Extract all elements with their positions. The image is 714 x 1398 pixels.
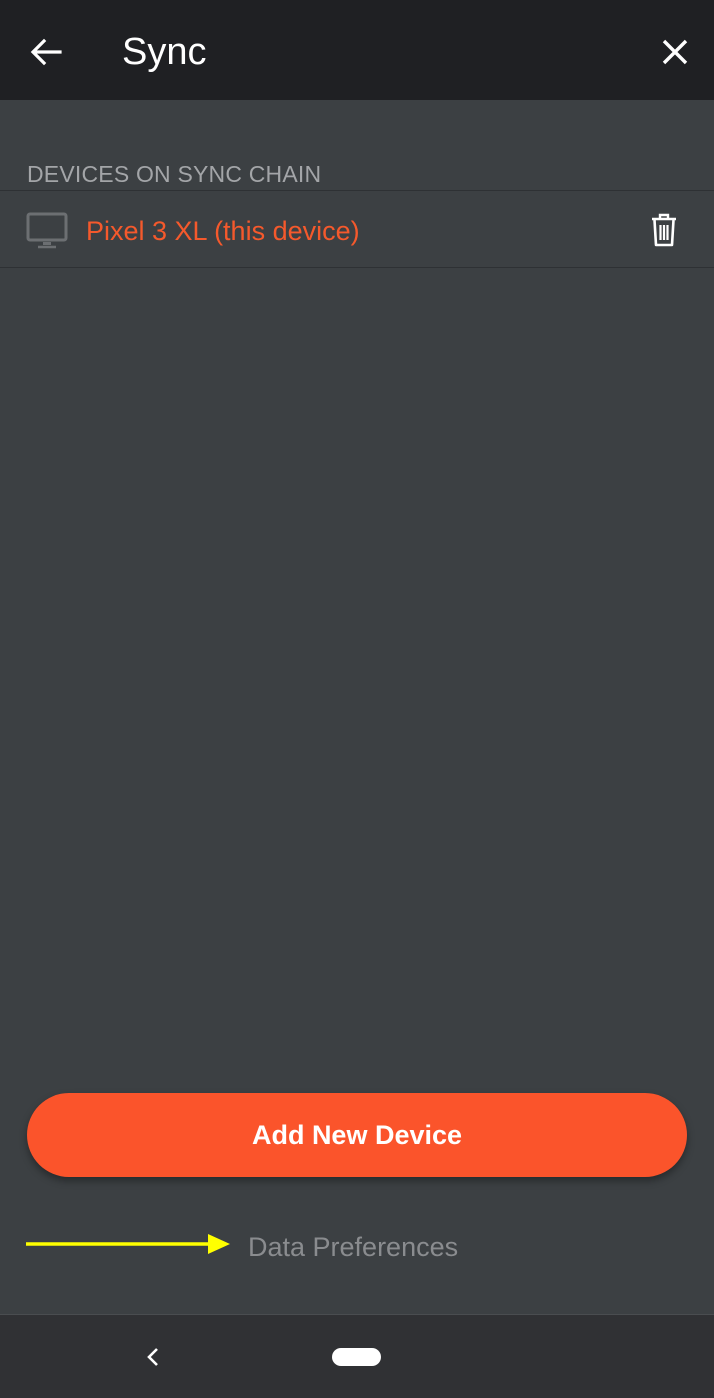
system-navigation-bar — [0, 1314, 714, 1398]
section-header: DEVICES ON SYNC CHAIN — [27, 161, 322, 187]
back-button[interactable] — [26, 30, 66, 74]
divider — [0, 190, 714, 191]
arrow-right-icon — [26, 1234, 230, 1254]
home-pill[interactable] — [332, 1348, 381, 1366]
close-icon — [662, 39, 688, 65]
trash-icon[interactable] — [648, 212, 680, 248]
divider — [0, 267, 714, 268]
monitor-icon — [26, 212, 68, 249]
device-name: Pixel 3 XL (this device) — [86, 216, 360, 246]
sync-screen: Sync DEVICES ON SYNC CHAIN Pixel 3 XL (t… — [0, 0, 714, 1398]
close-button[interactable] — [654, 30, 696, 74]
app-bar: Sync — [0, 0, 714, 100]
device-row: Pixel 3 XL (this device) — [0, 192, 714, 267]
page-title: Sync — [122, 31, 207, 73]
nav-back-icon[interactable] — [140, 1341, 164, 1373]
add-new-device-button[interactable]: Add New Device — [27, 1093, 687, 1177]
arrow-left-icon — [30, 38, 62, 66]
data-preferences-link[interactable]: Data Preferences — [248, 1228, 458, 1266]
